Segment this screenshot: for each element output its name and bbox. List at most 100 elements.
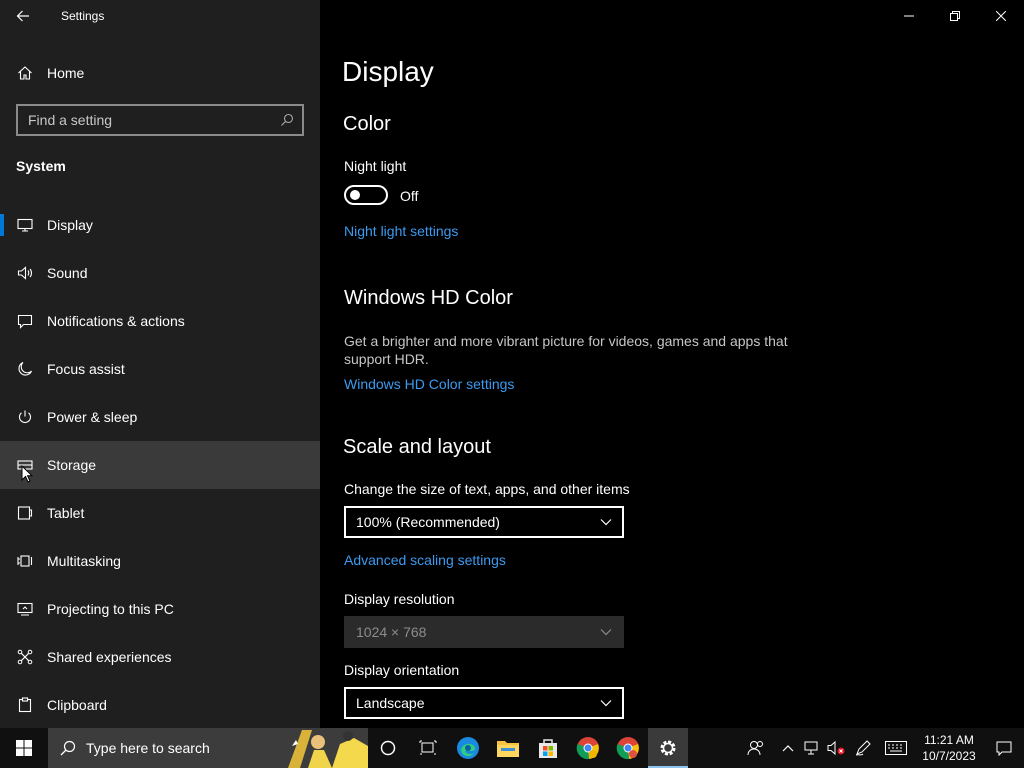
sidebar-item-label: Focus assist <box>47 361 125 377</box>
night-light-toggle[interactable] <box>344 185 388 205</box>
pen-workspace-button[interactable] <box>848 728 878 768</box>
taskbar-edge[interactable] <box>448 728 488 768</box>
sidebar-item-label: Power & sleep <box>47 409 138 425</box>
night-light-state: Off <box>400 188 419 204</box>
cortana-button[interactable] <box>368 728 408 768</box>
sidebar-item-focus-assist[interactable]: Focus assist <box>0 345 320 393</box>
task-view-button[interactable] <box>408 728 448 768</box>
action-center-button[interactable] <box>984 728 1024 768</box>
title-bar: Settings <box>0 0 320 32</box>
volume-button[interactable] <box>824 728 848 768</box>
back-button[interactable] <box>0 0 46 32</box>
sidebar-item-label: Multitasking <box>47 553 121 569</box>
power-icon <box>16 408 34 426</box>
sidebar: Settings Home System Display Sound <box>0 0 320 728</box>
sidebar-item-sound[interactable]: Sound <box>0 249 320 297</box>
taskbar-file-explorer[interactable] <box>488 728 528 768</box>
minimize-button[interactable] <box>886 0 932 32</box>
moon-icon <box>16 360 34 378</box>
taskbar-settings[interactable] <box>648 728 688 768</box>
people-button[interactable] <box>736 728 776 768</box>
windows-logo-icon <box>16 740 32 756</box>
clipboard-icon <box>16 696 34 714</box>
clock-date: 10/7/2023 <box>922 749 976 763</box>
scale-heading: Scale and layout <box>343 436 491 458</box>
sidebar-item-power-sleep[interactable]: Power & sleep <box>0 393 320 441</box>
edge-icon <box>457 737 479 759</box>
monitor-icon <box>16 216 34 234</box>
taskbar-chrome-1[interactable] <box>568 728 608 768</box>
system-tray: 11:21 AM 10/7/2023 <box>736 728 1024 768</box>
hdr-heading: Windows HD Color <box>344 287 513 309</box>
chevron-down-icon <box>600 629 612 636</box>
chevron-up-icon <box>782 745 794 752</box>
scale-dropdown-value: 100% (Recommended) <box>356 514 500 530</box>
taskbar-chrome-2[interactable] <box>608 728 648 768</box>
resolution-dropdown-value: 1024 × 768 <box>356 624 427 640</box>
orientation-label: Display orientation <box>344 662 460 678</box>
search-icon[interactable] <box>272 106 302 134</box>
close-button[interactable] <box>978 0 1024 32</box>
show-hidden-icons-button[interactable] <box>776 728 800 768</box>
resolution-label: Display resolution <box>344 591 455 607</box>
night-light-settings-link[interactable]: Night light settings <box>344 223 458 239</box>
mouse-cursor-icon <box>21 465 33 483</box>
gear-icon <box>660 740 676 756</box>
window-controls <box>886 0 1024 32</box>
sidebar-nav-list: Display Sound Notifications & actions Fo… <box>0 201 320 729</box>
touch-keyboard-button[interactable] <box>878 728 914 768</box>
taskbar-search-text: Type here to search <box>86 740 210 756</box>
hdr-settings-link[interactable]: Windows HD Color settings <box>344 376 514 392</box>
store-icon <box>539 739 557 758</box>
keyboard-icon <box>885 741 907 755</box>
sidebar-item-label: Clipboard <box>47 697 107 713</box>
message-icon <box>16 312 34 330</box>
hdr-description: Get a brighter and more vibrant picture … <box>344 333 788 367</box>
sidebar-item-projecting[interactable]: Projecting to this PC <box>0 585 320 633</box>
scale-size-label: Change the size of text, apps, and other… <box>344 481 630 497</box>
taskbar-search-box[interactable]: Type here to search <box>48 728 368 768</box>
sidebar-item-multitasking[interactable]: Multitasking <box>0 537 320 585</box>
taskbar-store[interactable] <box>528 728 568 768</box>
settings-search-input[interactable] <box>18 112 272 128</box>
sidebar-item-label: Sound <box>47 265 88 281</box>
resolution-dropdown[interactable]: 1024 × 768 <box>344 616 624 648</box>
restore-icon <box>950 11 960 21</box>
start-button[interactable] <box>0 728 48 768</box>
sidebar-item-clipboard[interactable]: Clipboard <box>0 681 320 729</box>
folder-icon <box>497 741 519 757</box>
pen-icon <box>855 740 871 756</box>
sidebar-item-storage[interactable]: Storage <box>0 441 320 489</box>
settings-search-box[interactable] <box>16 104 304 136</box>
orientation-dropdown-value: Landscape <box>356 695 425 711</box>
sidebar-item-home[interactable]: Home <box>0 52 320 94</box>
advanced-scaling-link[interactable]: Advanced scaling settings <box>344 552 506 568</box>
home-label: Home <box>47 65 85 81</box>
taskbar-clock[interactable]: 11:21 AM 10/7/2023 <box>914 732 984 764</box>
sidebar-item-shared-experiences[interactable]: Shared experiences <box>0 633 320 681</box>
sidebar-item-tablet[interactable]: Tablet <box>0 489 320 537</box>
sidebar-item-notifications[interactable]: Notifications & actions <box>0 297 320 345</box>
color-heading: Color <box>343 113 391 135</box>
section-label-system: System <box>16 158 66 174</box>
main-content: Display Color Night light Off Night ligh… <box>320 0 1024 728</box>
chrome-icon <box>576 737 599 760</box>
sidebar-item-label: Tablet <box>47 505 85 521</box>
speaker-icon <box>16 264 34 282</box>
chrome-icon <box>616 737 639 760</box>
tablet-icon <box>16 504 34 522</box>
toggle-knob <box>350 190 360 200</box>
page-title: Display <box>342 56 434 87</box>
task-view-icon <box>419 740 437 755</box>
sidebar-item-label: Shared experiences <box>47 649 172 665</box>
volume-muted-icon <box>827 741 845 755</box>
sidebar-item-display[interactable]: Display <box>0 201 320 249</box>
app-title: Settings <box>61 9 105 23</box>
scale-dropdown[interactable]: 100% (Recommended) <box>344 506 624 538</box>
orientation-dropdown[interactable]: Landscape <box>344 687 624 719</box>
restore-button[interactable] <box>932 0 978 32</box>
search-highlight-illustration-icon <box>288 730 368 768</box>
clock-time: 11:21 AM <box>924 733 974 747</box>
network-button[interactable] <box>800 728 824 768</box>
sidebar-item-label: Storage <box>47 457 97 473</box>
